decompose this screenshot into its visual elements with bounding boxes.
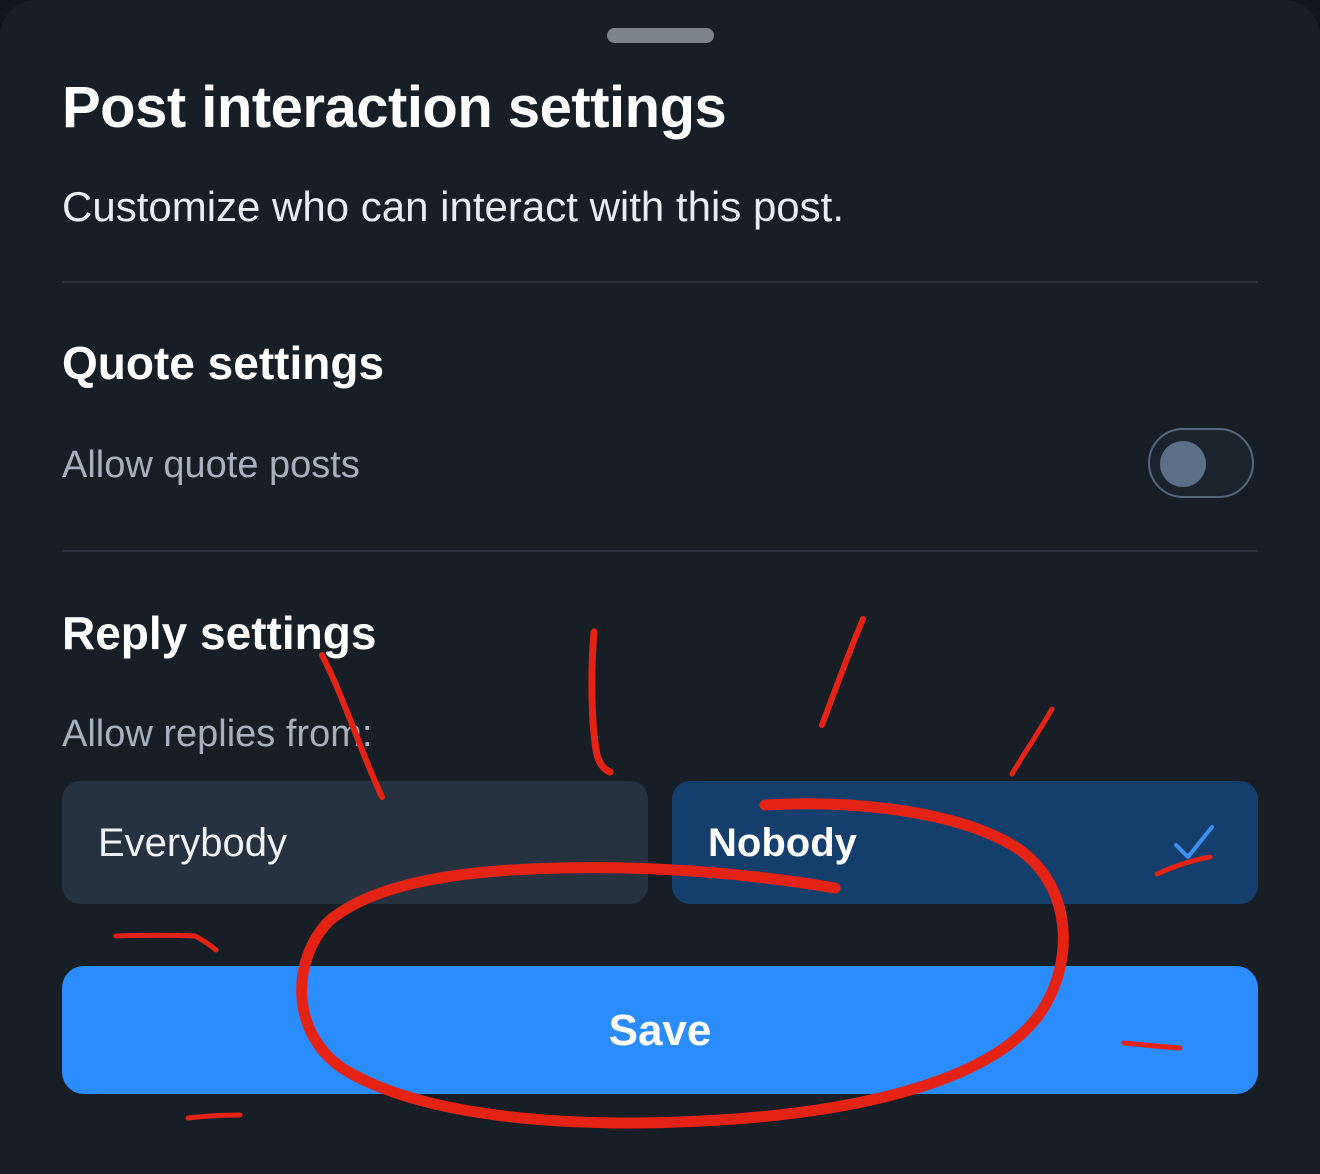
allow-quote-posts-label: Allow quote posts <box>62 444 360 486</box>
reply-option-label: Everybody <box>98 821 287 865</box>
save-button-label: Save <box>608 1006 712 1055</box>
reply-option-nobody[interactable]: Nobody <box>672 781 1258 904</box>
annotation-stroke <box>819 616 866 728</box>
toggle-knob <box>1160 441 1206 487</box>
checkmark-icon <box>1174 825 1214 859</box>
save-button[interactable]: Save <box>62 966 1258 1094</box>
reply-option-label: Nobody <box>708 821 857 865</box>
reply-option-everybody[interactable]: Everybody <box>62 781 648 904</box>
sheet-title: Post interaction settings <box>62 75 727 140</box>
allow-quote-posts-toggle[interactable] <box>1148 428 1254 498</box>
quote-settings-heading: Quote settings <box>62 337 385 389</box>
annotation-stroke <box>1009 706 1055 777</box>
annotation-stroke <box>113 932 219 953</box>
annotation-stroke <box>185 1112 243 1121</box>
allow-replies-label: Allow replies from: <box>62 713 373 755</box>
drag-handle[interactable] <box>607 28 714 43</box>
divider <box>62 550 1258 552</box>
reply-settings-heading: Reply settings <box>62 607 377 659</box>
divider <box>62 281 1258 283</box>
sheet-subtitle: Customize who can interact with this pos… <box>62 183 845 230</box>
annotation-stroke <box>588 628 614 776</box>
bottom-sheet: Post interaction settings Customize who … <box>0 0 1320 1174</box>
